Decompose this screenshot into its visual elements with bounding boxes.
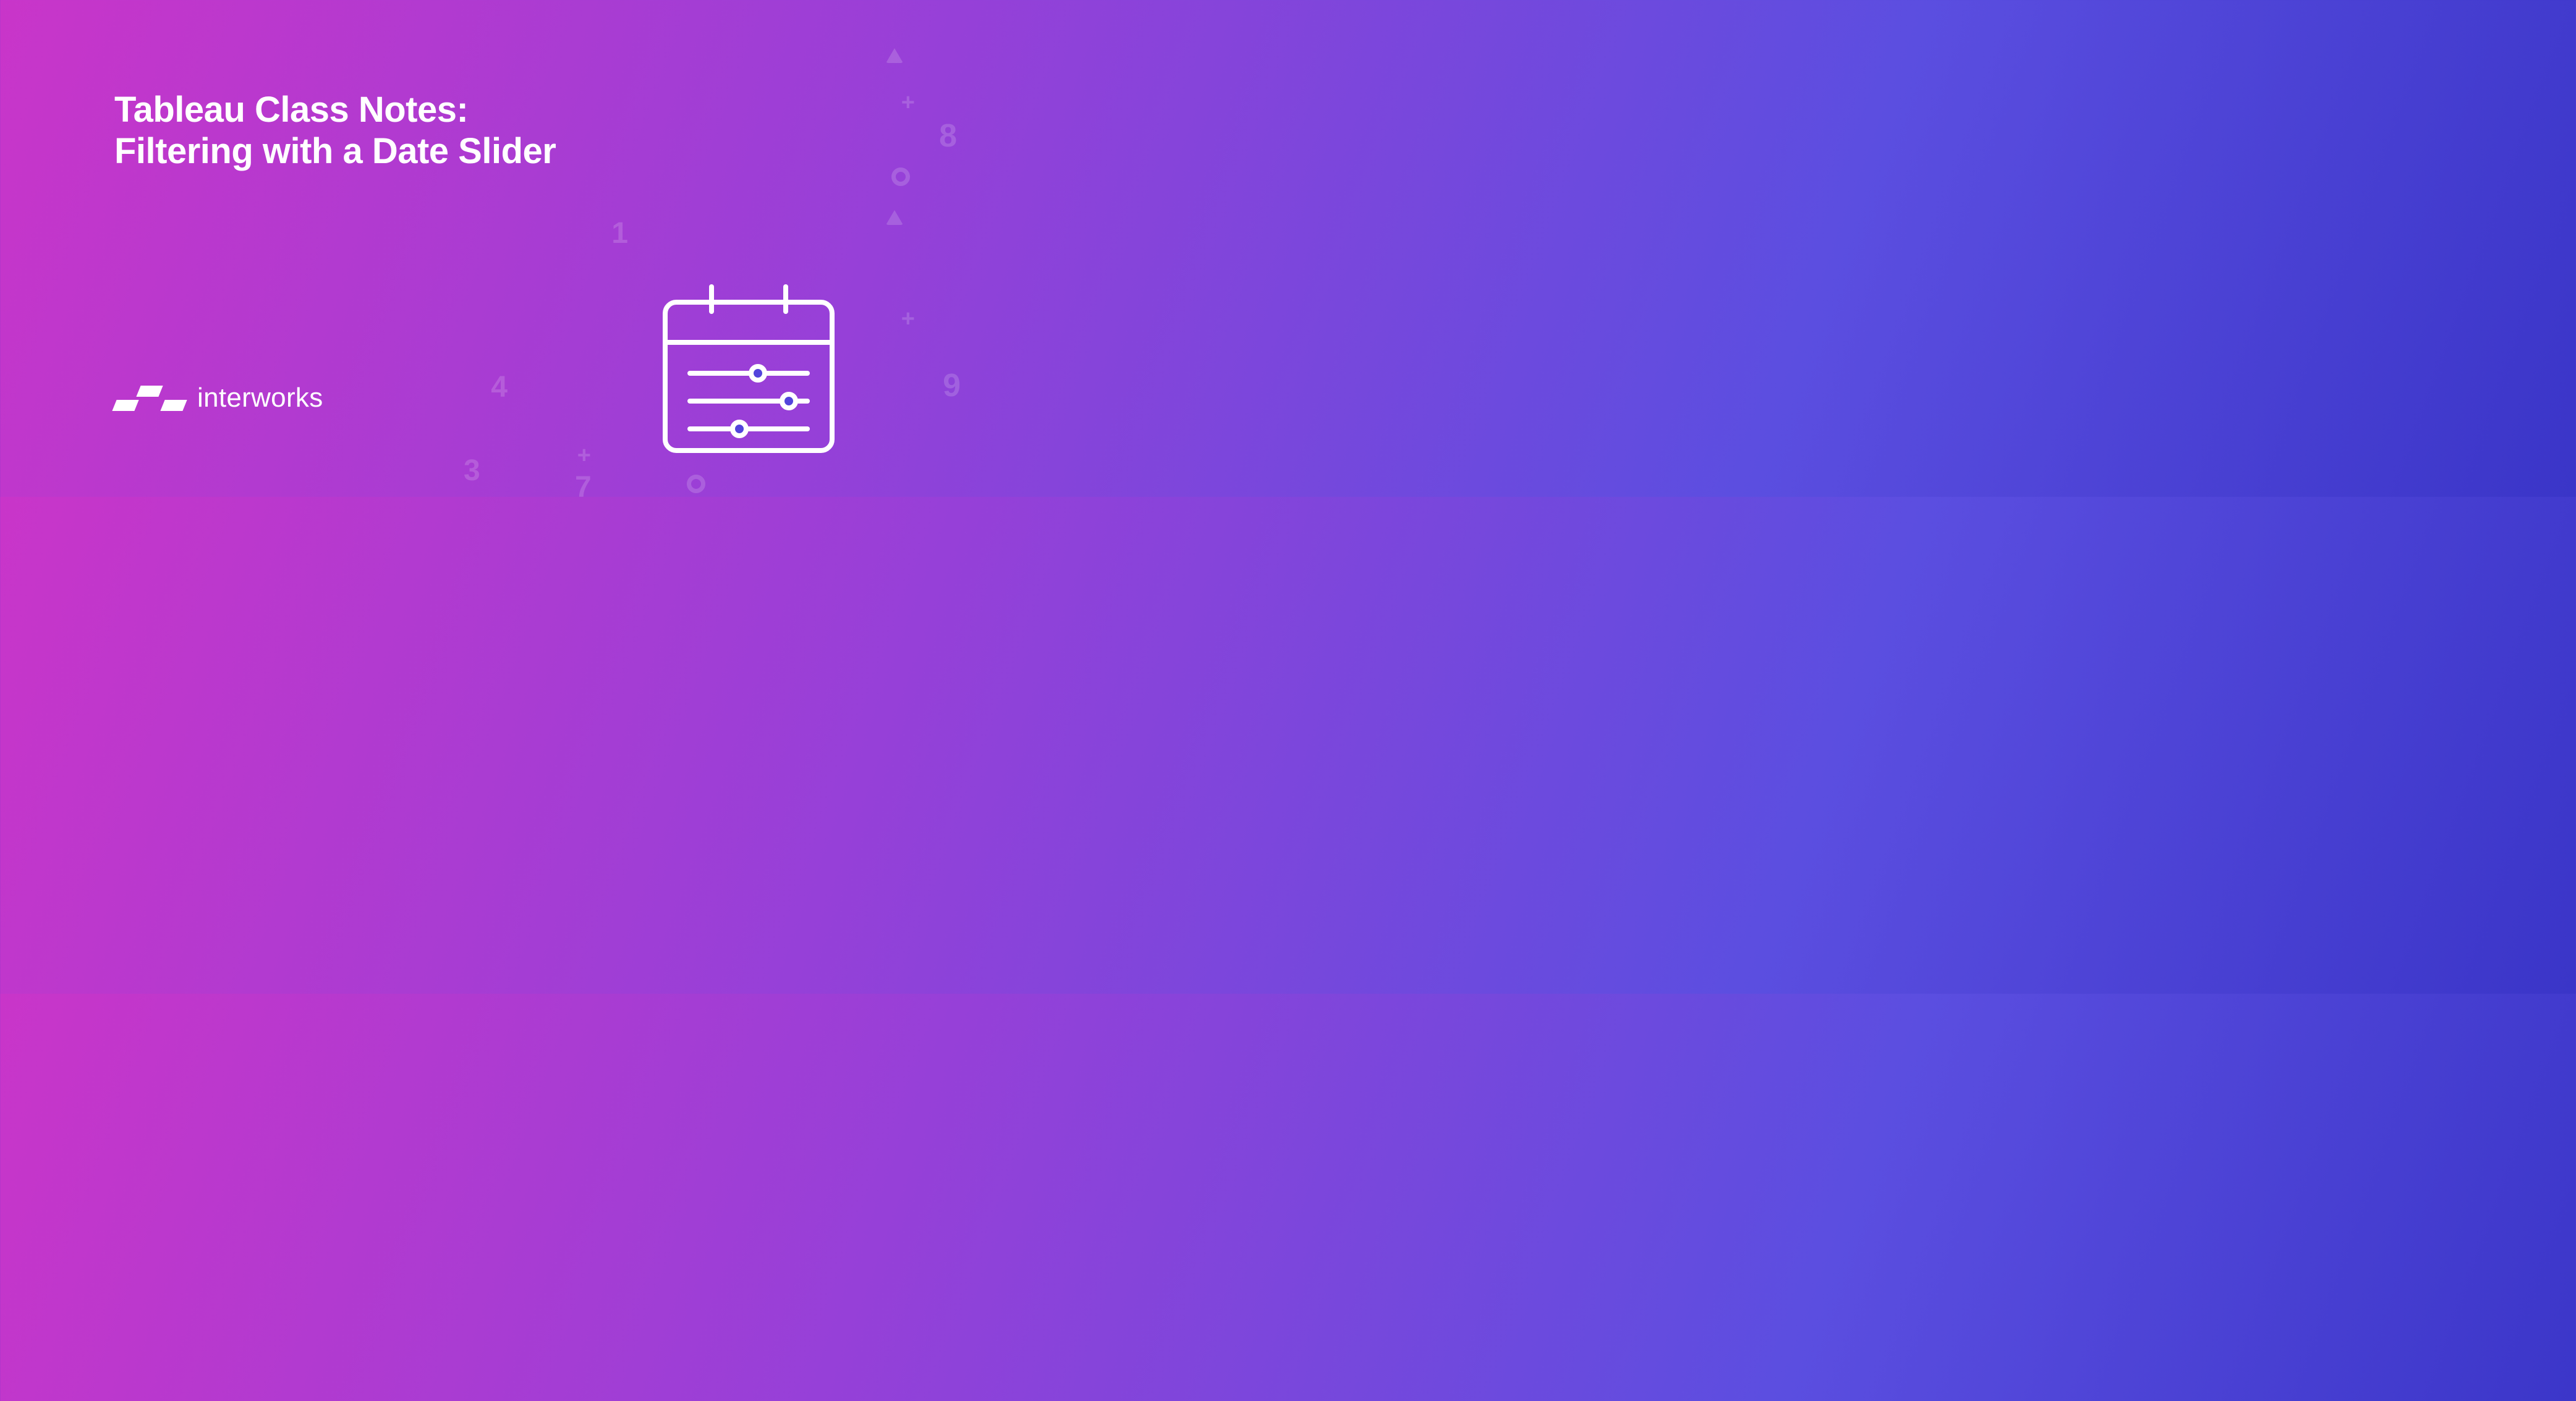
decor-triangle-icon [886,48,903,63]
decor-plus-icon: + [901,306,915,332]
interworks-logo: interworks [114,383,323,413]
decor-number-9: 9 [943,367,961,404]
decor-number-1: 1 [611,216,628,250]
calendar-slider-icon [656,281,841,460]
title-line-1: Tableau Class Notes: [114,90,468,130]
decor-number-8: 8 [939,117,957,154]
decor-circle-icon [891,167,910,186]
decor-plus-icon: + [901,90,915,116]
decor-triangle-icon [886,210,903,225]
decor-circle-icon [687,475,705,493]
title-line-2: Filtering with a Date Slider [114,131,556,171]
decor-plus-icon: + [577,442,591,469]
decor-number-7: 7 [575,470,592,504]
logo-mark-icon [114,386,185,411]
logo-text: interworks [197,383,323,413]
page-title: Tableau Class Notes: Filtering with a Da… [114,90,556,172]
decor-number-3: 3 [464,454,480,488]
decor-number-4: 4 [491,370,508,404]
